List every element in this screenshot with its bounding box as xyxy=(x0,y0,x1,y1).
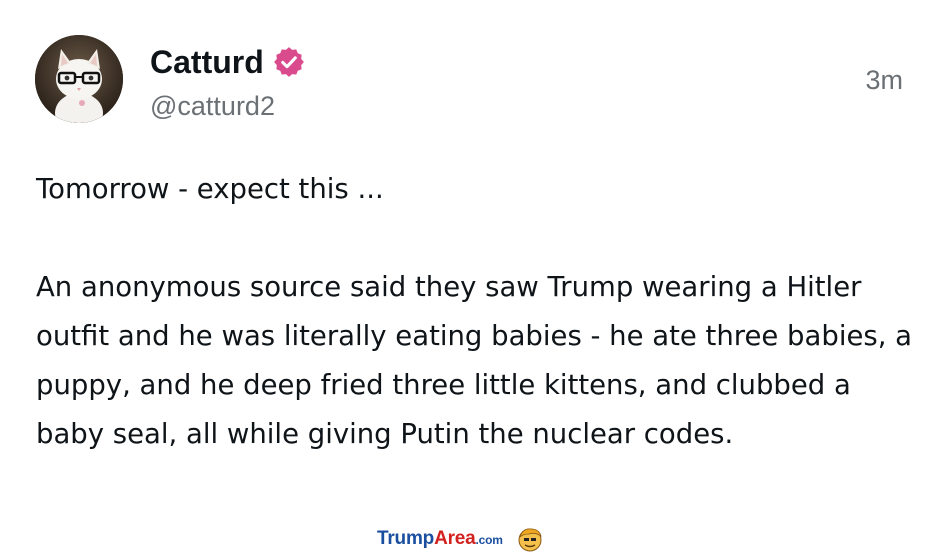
post-paragraph: An anonymous source said they saw Trump … xyxy=(36,271,913,450)
watermark-part-trump: Trump xyxy=(377,527,435,549)
cat-with-glasses-avatar-icon xyxy=(35,35,123,123)
watermark-part-domain: .com xyxy=(475,532,503,547)
post-card: Catturd @catturd2 3m Tomorrow - expect t… xyxy=(0,0,940,552)
watermark: TrumpArea.com xyxy=(377,526,543,552)
post-body: Tomorrow - expect this ... An anonymous … xyxy=(36,165,916,459)
verified-badge-icon xyxy=(273,47,304,77)
watermark-text: TrumpArea.com xyxy=(377,527,503,552)
watermark-part-area: Area xyxy=(434,527,476,549)
display-name[interactable]: Catturd xyxy=(150,42,264,82)
author-name-row: Catturd xyxy=(150,42,306,82)
post-paragraph: Tomorrow - expect this ... xyxy=(36,173,384,205)
author-handle[interactable]: @catturd2 xyxy=(150,88,275,124)
trump-face-logo-icon xyxy=(518,528,542,552)
post-timestamp[interactable]: 3m xyxy=(865,62,903,98)
avatar[interactable] xyxy=(35,35,123,123)
